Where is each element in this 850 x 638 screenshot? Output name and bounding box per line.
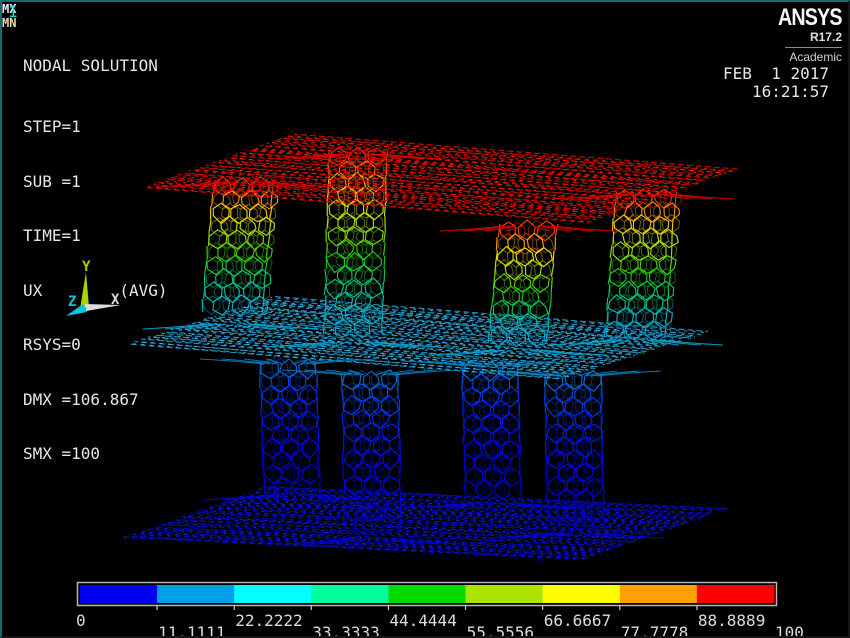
legend-color-segment xyxy=(466,585,544,603)
legend-color-segment xyxy=(234,585,312,603)
legend-value: 66.6667 xyxy=(544,611,611,630)
legend-value: 100 xyxy=(775,623,804,638)
brand-block: ANSYS R17.2 Academic xyxy=(764,4,842,64)
graphene-sheet-top xyxy=(144,134,739,224)
date-label: FEB 1 2017 xyxy=(723,65,829,83)
legend-color-segment xyxy=(620,585,698,603)
z-axis-label: Z xyxy=(68,294,76,310)
y-axis-label: Y xyxy=(82,259,90,275)
solution-info-line: STEP=1 xyxy=(23,118,168,137)
legend-value: 55.5556 xyxy=(467,623,534,638)
time-label: 16:21:57 xyxy=(752,83,829,101)
legend-value: 88.8889 xyxy=(698,611,765,630)
solution-info-line: RSYS=0 xyxy=(23,336,168,355)
legend-color-segment xyxy=(697,585,775,603)
cnt-pillar-upper-4 xyxy=(604,189,682,341)
solution-info-line: TIME=1 xyxy=(23,227,168,246)
contour-legend: 0 11.1111 22.2222 33.3333 44.4444 55.5556 66.6… xyxy=(2,576,850,638)
solution-info: NODAL SOLUTION STEP=1 SUB =1 TIME=1 UX (… xyxy=(23,21,168,500)
ansys-logo: ANSYS xyxy=(778,4,842,32)
legend-color-segment xyxy=(311,585,389,603)
legend-value: 44.4444 xyxy=(389,611,456,630)
legend-value: 22.2222 xyxy=(235,611,302,630)
solution-info-line: SUB =1 xyxy=(23,173,168,192)
legend-value: 33.3333 xyxy=(312,623,379,638)
solution-info-line: SMX =100 xyxy=(23,445,168,464)
plot-number: 1 xyxy=(8,3,18,21)
legend-color-segment xyxy=(80,585,158,603)
ansys-graphics-window: 1 NODAL SOLUTION STEP=1 SUB =1 TIME=1 UX… xyxy=(0,0,850,638)
legend-color-segment xyxy=(543,585,621,603)
license-label: Academic xyxy=(764,50,842,64)
license-divider xyxy=(785,47,842,48)
legend-value: 11.1111 xyxy=(158,623,225,638)
legend-value: 77.7778 xyxy=(621,623,688,638)
cnt-pillar-lower-3 xyxy=(462,360,522,500)
graphene-sheet-bottom xyxy=(122,487,728,563)
cnt-pillar-lower-1 xyxy=(260,358,320,497)
legend-color-segment xyxy=(388,585,466,603)
x-axis-label: X xyxy=(111,292,119,308)
legend-color-segment xyxy=(157,585,235,603)
solution-info-line: NODAL SOLUTION xyxy=(23,57,168,76)
solution-info-line: UX (AVG) xyxy=(23,282,168,301)
version-label: R17.2 xyxy=(764,30,842,44)
solution-info-line: DMX =106.867 xyxy=(23,391,168,410)
legend-value: 0 xyxy=(76,611,86,630)
